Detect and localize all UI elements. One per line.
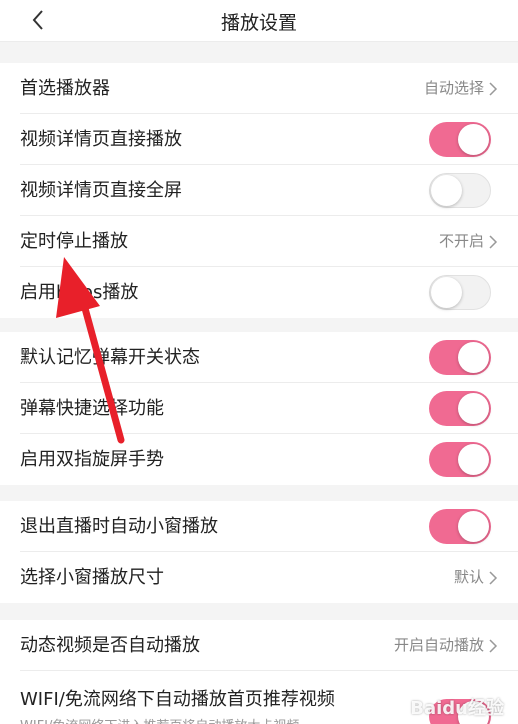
chevron-right-icon [489, 235, 498, 249]
toggle-knob [431, 175, 462, 206]
setting-mini-window-size[interactable]: 选择小窗播放尺寸 默认 [0, 552, 518, 603]
setting-detail-autoplay: 视频详情页直接播放 [0, 114, 518, 165]
setting-label: 定时停止播放 [20, 231, 128, 252]
setting-label: 选择小窗播放尺寸 [20, 567, 164, 588]
setting-label: 弹幕快捷选择功能 [20, 398, 164, 419]
setting-live-mini-window: 退出直播时自动小窗播放 [0, 501, 518, 552]
setting-value: 自动选择 [423, 79, 484, 97]
setting-https: 启用https播放 [0, 267, 518, 318]
settings-group-danmaku: 默认记忆弹幕开关状态 弹幕快捷选择功能 启用双指旋屏手势 [0, 332, 518, 485]
page-title: 播放设置 [220, 12, 297, 34]
setting-value: 开启自动播放 [393, 636, 484, 654]
setting-label: WIFI/免流网络下自动播放首页推荐视频 [20, 689, 335, 710]
chevron-right-icon [489, 82, 498, 96]
setting-label: 动态视频是否自动播放 [20, 635, 200, 656]
two-finger-rotate-toggle[interactable] [429, 442, 491, 477]
setting-label: 退出直播时自动小窗播放 [20, 516, 218, 537]
setting-value: 不开启 [438, 232, 484, 250]
live-mini-window-toggle[interactable] [429, 509, 491, 544]
toggle-knob [431, 277, 462, 308]
setting-value: 默认 [453, 568, 484, 586]
https-toggle[interactable] [429, 275, 491, 310]
chevron-right-icon [489, 571, 498, 585]
chevron-right-icon [489, 639, 498, 653]
setting-label: 视频详情页直接全屏 [20, 180, 182, 201]
setting-detail-fullscreen: 视频详情页直接全屏 [0, 165, 518, 216]
setting-preferred-player[interactable]: 首选播放器 自动选择 [0, 63, 518, 114]
setting-danmaku-memory: 默认记忆弹幕开关状态 [0, 332, 518, 383]
setting-label: 首选播放器 [20, 78, 110, 99]
toggle-knob [458, 124, 489, 155]
danmaku-memory-toggle[interactable] [429, 340, 491, 375]
toggle-knob [458, 444, 489, 475]
setting-label: 视频详情页直接播放 [20, 129, 182, 150]
settings-group-player: 首选播放器 自动选择 视频详情页直接播放 视频详情页直接全屏 定时停止播放 不开… [0, 63, 518, 318]
setting-two-finger-rotate: 启用双指旋屏手势 [0, 434, 518, 485]
nav-bar: 播放设置 [0, 0, 518, 42]
setting-sublabel: WIFI/免流网络下进入推荐页将自动播放大卡视频 [20, 715, 299, 724]
setting-label: 默认记忆弹幕开关状态 [20, 347, 200, 368]
toggle-knob [458, 511, 489, 542]
toggle-knob [458, 393, 489, 424]
setting-danmaku-quick: 弹幕快捷选择功能 [0, 383, 518, 434]
settings-group-mini-window: 退出直播时自动小窗播放 选择小窗播放尺寸 默认 [0, 501, 518, 603]
setting-label: 启用双指旋屏手势 [20, 449, 164, 470]
setting-label: 启用https播放 [20, 282, 139, 303]
setting-timed-stop[interactable]: 定时停止播放 不开启 [0, 216, 518, 267]
setting-dynamic-autoplay[interactable]: 动态视频是否自动播放 开启自动播放 [0, 620, 518, 671]
detail-autoplay-toggle[interactable] [429, 122, 491, 157]
watermark-logo: Baidu经验 [410, 698, 504, 719]
danmaku-quick-toggle[interactable] [429, 391, 491, 426]
detail-fullscreen-toggle[interactable] [429, 173, 491, 208]
toggle-knob [458, 342, 489, 373]
